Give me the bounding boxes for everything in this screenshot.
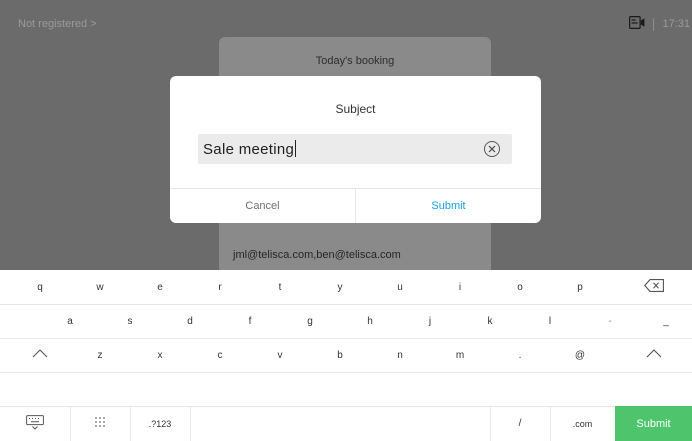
- shift-key-left[interactable]: [10, 338, 70, 372]
- key-underscore[interactable]: _: [640, 304, 692, 338]
- key-j[interactable]: j: [400, 304, 460, 338]
- key-b[interactable]: b: [310, 338, 370, 372]
- on-screen-keyboard: q w e r t y u i o p a s d f g h j k l - …: [0, 270, 692, 441]
- key-s[interactable]: s: [100, 304, 160, 338]
- backspace-key[interactable]: [615, 270, 692, 304]
- emoji-grid-key[interactable]: [70, 406, 130, 441]
- space-key[interactable]: [190, 406, 490, 441]
- divider: [550, 406, 551, 441]
- key-u[interactable]: u: [370, 270, 430, 304]
- key-t[interactable]: t: [250, 270, 310, 304]
- keyboard-icon: [26, 414, 44, 433]
- backspace-icon: [643, 279, 664, 295]
- text-caret: [295, 140, 297, 157]
- key-a[interactable]: a: [40, 304, 100, 338]
- key-k[interactable]: k: [460, 304, 520, 338]
- subject-dialog: Subject Sale meeting Cancel Submit: [170, 76, 541, 223]
- key-c[interactable]: c: [190, 338, 250, 372]
- shift-icon: [32, 349, 48, 361]
- status-right: 17:31: [629, 16, 690, 32]
- hide-keyboard-key[interactable]: [0, 406, 70, 441]
- key-l[interactable]: l: [520, 304, 580, 338]
- key-r[interactable]: r: [190, 270, 250, 304]
- key-d[interactable]: d: [160, 304, 220, 338]
- key-p[interactable]: p: [550, 270, 610, 304]
- key-hyphen[interactable]: -: [580, 304, 640, 338]
- grid-icon: [94, 416, 106, 431]
- key-i[interactable]: i: [430, 270, 490, 304]
- key-h[interactable]: h: [340, 304, 400, 338]
- camera-self-view-icon[interactable]: [629, 16, 645, 32]
- key-x[interactable]: x: [130, 338, 190, 372]
- booking-participants: jml@telisca.com,ben@telisca.com: [233, 249, 401, 261]
- key-f[interactable]: f: [220, 304, 280, 338]
- key-n[interactable]: n: [370, 338, 430, 372]
- key-slash[interactable]: /: [490, 406, 550, 441]
- key-at[interactable]: @: [550, 338, 610, 372]
- shift-icon: [646, 349, 662, 361]
- key-v[interactable]: v: [250, 338, 310, 372]
- divider: [0, 372, 692, 373]
- clear-icon[interactable]: [484, 141, 500, 157]
- key-z[interactable]: z: [70, 338, 130, 372]
- key-e[interactable]: e: [130, 270, 190, 304]
- key-o[interactable]: o: [490, 270, 550, 304]
- submit-button[interactable]: Submit: [356, 189, 541, 223]
- status-separator: [653, 17, 655, 31]
- key-m[interactable]: m: [430, 338, 490, 372]
- key-dotcom[interactable]: .com: [550, 406, 615, 441]
- divider: [70, 406, 71, 441]
- key-g[interactable]: g: [280, 304, 340, 338]
- shift-key-right[interactable]: [615, 338, 692, 372]
- key-w[interactable]: w: [70, 270, 130, 304]
- subject-input[interactable]: Sale meeting: [198, 134, 512, 164]
- subject-input-value[interactable]: Sale meeting: [203, 140, 297, 158]
- key-q[interactable]: q: [10, 270, 70, 304]
- keyboard-submit-button[interactable]: Submit: [615, 406, 692, 441]
- divider: [190, 406, 191, 441]
- numbers-key[interactable]: .?123: [130, 406, 190, 441]
- cancel-button[interactable]: Cancel: [170, 189, 355, 223]
- registration-status[interactable]: Not registered >: [18, 18, 97, 30]
- key-period[interactable]: .: [490, 338, 550, 372]
- clock: 17:31: [662, 18, 690, 30]
- divider: [490, 406, 491, 441]
- dialog-title: Subject: [335, 102, 376, 116]
- key-y[interactable]: y: [310, 270, 370, 304]
- divider: [130, 406, 131, 441]
- booking-title: Today's booking: [315, 55, 395, 67]
